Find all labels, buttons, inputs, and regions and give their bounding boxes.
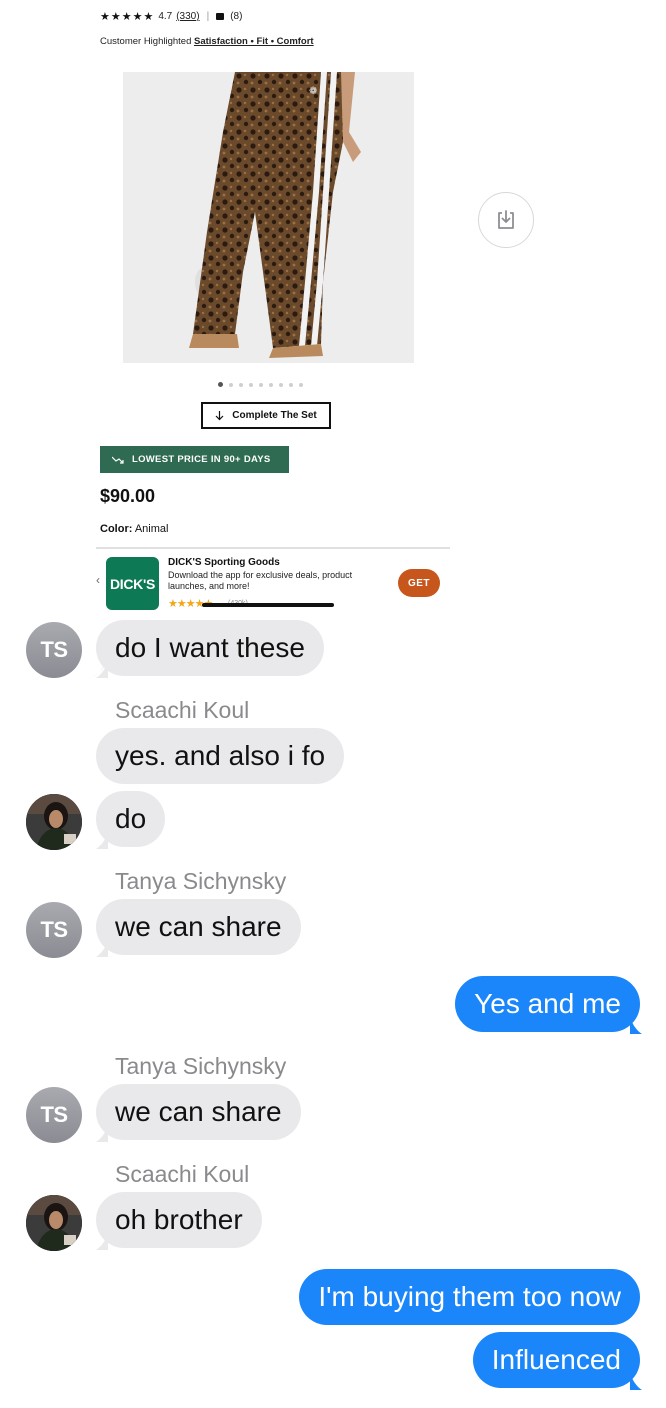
incoming-message-bubble[interactable]: do I want these: [96, 620, 324, 676]
avatar-ts[interactable]: TS: [26, 622, 82, 678]
outgoing-message-bubble[interactable]: Influenced: [472, 1332, 640, 1388]
incoming-message-bubble[interactable]: we can share: [96, 899, 301, 955]
complete-the-set-label: Complete The Set: [232, 410, 317, 421]
banner-app-title: DICK'S Sporting Goods: [168, 557, 280, 568]
rating-value: 4.7: [158, 11, 173, 22]
sender-name: Scaachi Koul: [115, 1161, 250, 1187]
download-icon: [498, 210, 514, 229]
bubble-tail: [88, 656, 108, 678]
color-row: Color: Animal: [100, 523, 168, 535]
lowest-price-badge: LOWEST PRICE IN 90+ DAYS: [100, 446, 289, 473]
carousel-dot[interactable]: [289, 382, 293, 387]
carousel-dot[interactable]: [229, 382, 233, 387]
incoming-message-bubble[interactable]: yes. and also i fo: [96, 728, 345, 784]
rating-row: ★★★★★ 4.7 (330) | (8): [100, 10, 242, 23]
bubble-tail: [96, 831, 108, 849]
avatar-ts[interactable]: TS: [26, 902, 82, 958]
arrow-down-icon: [215, 410, 224, 420]
pants-illustration: ❁: [189, 72, 361, 358]
rating-separator: |: [206, 11, 210, 22]
product-price: $90.00: [100, 486, 156, 506]
save-image-button[interactable]: [478, 192, 534, 248]
home-indicator: [202, 603, 334, 607]
color-value: Animal: [134, 523, 169, 535]
incoming-message-bubble[interactable]: we can share: [96, 1084, 301, 1140]
get-app-label: GET: [407, 577, 431, 589]
svg-text:❁: ❁: [309, 86, 317, 97]
highlight-prefix: Customer Highlighted: [100, 36, 192, 47]
dicks-app-logo: DICK'S: [106, 557, 159, 610]
incoming-message-bubble[interactable]: oh brother: [96, 1192, 262, 1248]
carousel-dot[interactable]: [249, 382, 253, 387]
customer-highlights: Customer Highlighted Satisfaction • Fit …: [100, 36, 314, 47]
banner-app-description: Download the app for exclusive deals, pr…: [168, 570, 353, 591]
carousel-dot[interactable]: [259, 382, 263, 387]
leopard-pants-photo: ❁: [123, 72, 414, 363]
person-photo-icon: [26, 1195, 82, 1251]
sender-name: Tanya Sichynsky: [115, 868, 287, 894]
rating-stars: ★★★★★: [100, 11, 155, 23]
chevron-left-icon[interactable]: ‹: [96, 573, 100, 587]
outgoing-message-bubble[interactable]: I'm buying them too now: [299, 1269, 640, 1325]
complete-the-set-button[interactable]: Complete The Set: [201, 402, 331, 429]
bubble-tail: [630, 1372, 642, 1390]
carousel-dot[interactable]: [239, 382, 243, 387]
avatar-photo[interactable]: [26, 1195, 82, 1251]
shared-product-image[interactable]: ★★★★★ 4.7 (330) | (8) Customer Highlight…: [88, 0, 460, 616]
bubble-tail: [630, 1016, 642, 1034]
carousel-dot[interactable]: [269, 382, 273, 387]
review-photos-count: (8): [230, 11, 243, 22]
lowest-price-label: LOWEST PRICE IN 90+ DAYS: [132, 454, 271, 465]
bubble-tail: [96, 1124, 108, 1142]
sender-name: Scaachi Koul: [115, 697, 250, 723]
outgoing-message-bubble[interactable]: Yes and me: [455, 976, 640, 1032]
bubble-tail: [96, 1232, 108, 1250]
highlight-terms: Satisfaction • Fit • Comfort: [194, 36, 314, 47]
app-store-banner[interactable]: ‹ DICK'S DICK'S Sporting Goods Download …: [96, 547, 450, 615]
carousel-dot[interactable]: [218, 382, 223, 387]
photo-reviews-icon: [216, 13, 225, 20]
sender-name: Tanya Sichynsky: [115, 1053, 287, 1079]
bubble-tail: [96, 939, 108, 957]
avatar-photo[interactable]: [26, 794, 82, 850]
carousel-dot[interactable]: [299, 382, 303, 387]
person-photo-icon: [26, 794, 82, 850]
trend-down-icon: [112, 456, 124, 464]
avatar-ts[interactable]: TS: [26, 1087, 82, 1143]
rating-count: (330): [176, 11, 200, 22]
color-label: Color:: [100, 523, 133, 535]
dicks-logo-text: DICK'S: [109, 575, 156, 592]
get-app-button[interactable]: GET: [398, 569, 440, 597]
image-carousel-dots[interactable]: [218, 382, 303, 387]
carousel-dot[interactable]: [279, 382, 283, 387]
